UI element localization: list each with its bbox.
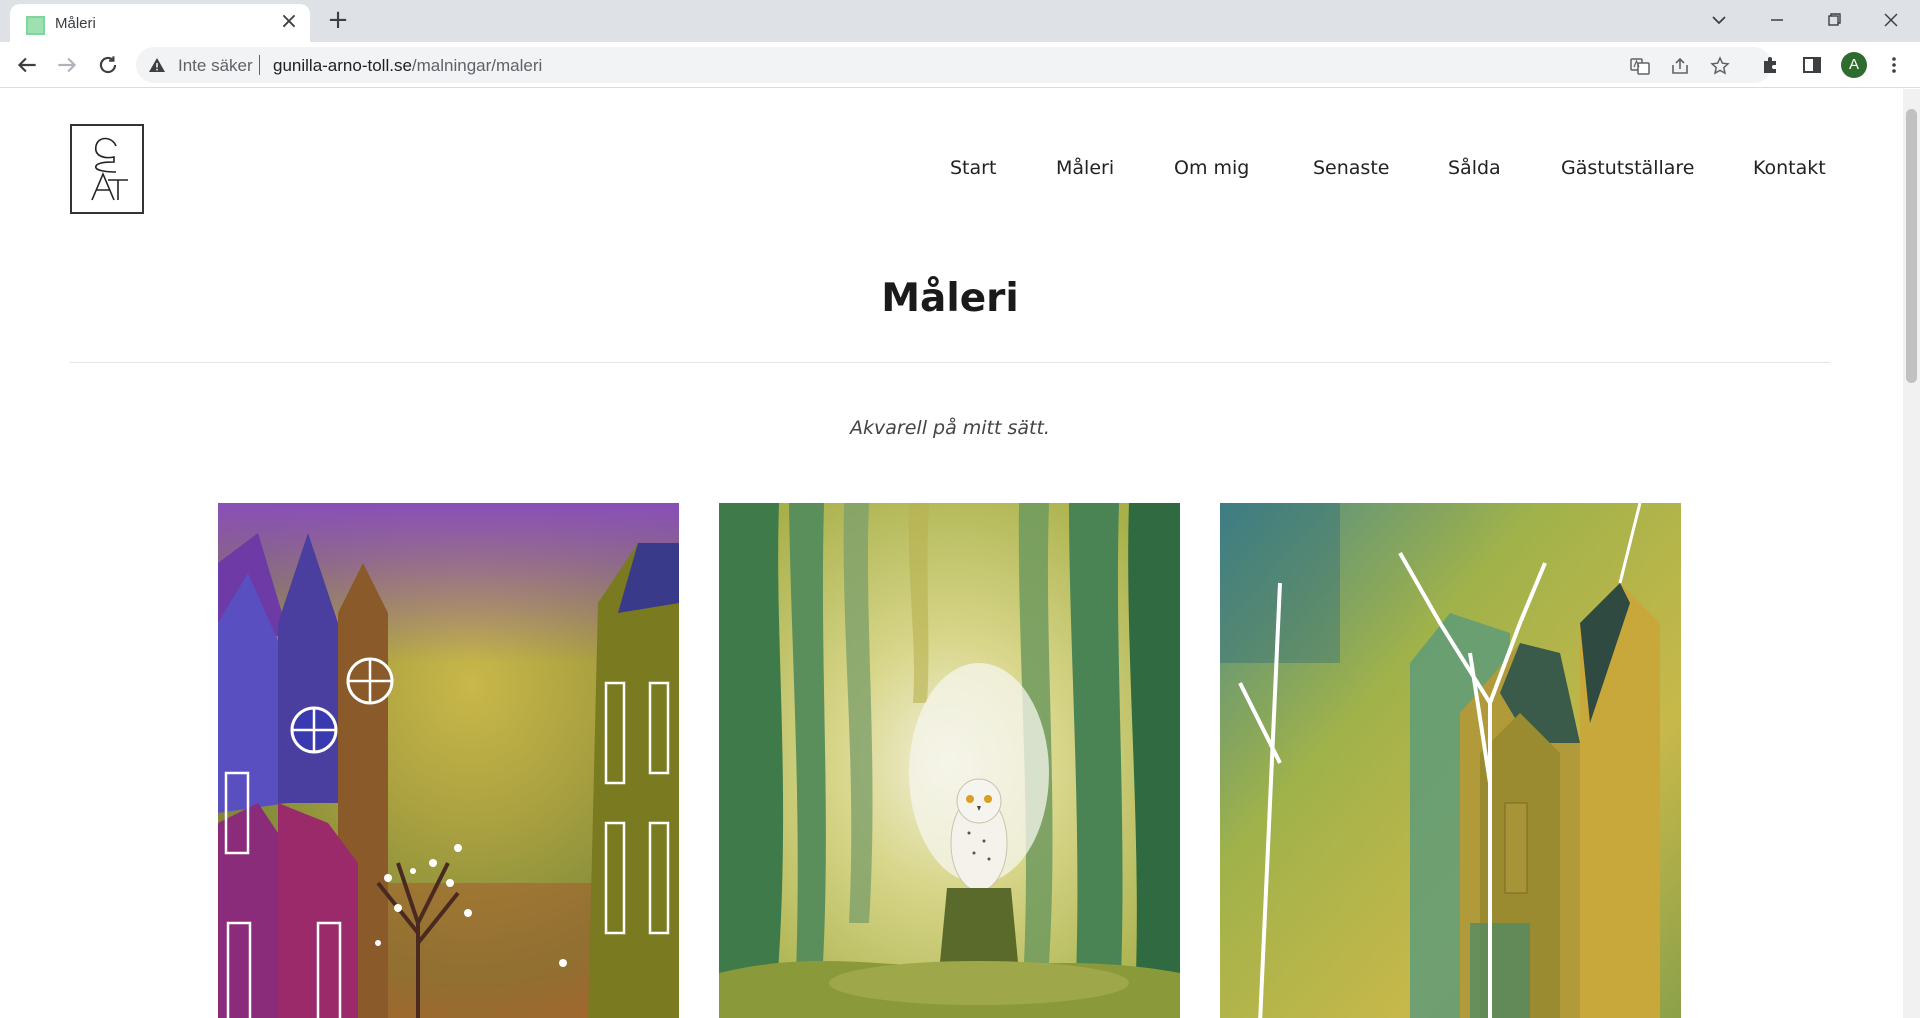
page-title: Måleri	[881, 276, 1019, 321]
translate-icon[interactable]	[1630, 56, 1650, 76]
tab-title: Måleri	[55, 15, 96, 32]
nav-item-om-mig[interactable]: Om mig	[1174, 157, 1249, 179]
forward-arrow-icon[interactable]	[54, 52, 80, 78]
bookmark-star-icon[interactable]	[1710, 56, 1730, 76]
warning-triangle-icon[interactable]	[148, 56, 166, 74]
side-panel-icon[interactable]	[1801, 54, 1823, 76]
main-navigation: Start Måleri Om mig Senaste Sålda Gästut…	[0, 157, 1830, 187]
tab-strip: Måleri × +	[0, 0, 1920, 42]
url-path: /malningar/maleri	[411, 56, 543, 75]
browser-menu-icon[interactable]	[1883, 54, 1905, 76]
nav-item-kontakt[interactable]: Kontakt	[1753, 157, 1826, 179]
address-bar[interactable]: Inte säker gunilla-arno-toll.se/malninga…	[136, 47, 1772, 83]
scrollbar-thumb[interactable]	[1906, 109, 1917, 383]
nav-item-start[interactable]: Start	[950, 157, 996, 179]
new-tab-button[interactable]: +	[325, 7, 351, 34]
nav-item-senaste[interactable]: Senaste	[1313, 157, 1389, 179]
profile-avatar[interactable]: A	[1841, 52, 1867, 78]
nav-item-gastutstallare[interactable]: Gästutställare	[1561, 157, 1694, 179]
tab-close-icon[interactable]: ×	[278, 11, 300, 33]
site-favicon-icon	[26, 16, 45, 35]
address-separator	[259, 55, 260, 75]
extensions-puzzle-icon[interactable]	[1760, 54, 1782, 76]
url-host: gunilla-arno-toll.se	[273, 56, 412, 75]
owl-in-forest-painting	[719, 503, 1180, 1018]
minimize-icon[interactable]	[1765, 8, 1789, 32]
title-divider	[70, 362, 1830, 363]
houses-with-birches-painting	[1220, 503, 1681, 1018]
browser-tab[interactable]: Måleri ×	[10, 4, 310, 42]
reload-icon[interactable]	[95, 52, 121, 78]
gallery-image-houses-tree[interactable]	[218, 503, 679, 1018]
nav-item-salda[interactable]: Sålda	[1448, 157, 1501, 179]
page-viewport: Start Måleri Om mig Senaste Sålda Gästut…	[0, 89, 1920, 1018]
share-icon[interactable]	[1670, 56, 1690, 76]
gallery-image-houses-birches[interactable]	[1220, 503, 1681, 1018]
url-text[interactable]: gunilla-arno-toll.se/malningar/maleri	[273, 56, 542, 76]
browser-toolbar: Inte säker gunilla-arno-toll.se/malninga…	[0, 42, 1920, 88]
gallery-image-owl-forest[interactable]	[719, 503, 1180, 1018]
restore-icon[interactable]	[1822, 8, 1846, 32]
houses-with-tree-painting	[218, 503, 679, 1018]
tab-search-icon[interactable]	[1707, 8, 1731, 32]
page-tagline: Akvarell på mitt sätt.	[850, 417, 1050, 439]
security-status-label[interactable]: Inte säker	[178, 56, 253, 76]
page-scrollbar[interactable]	[1903, 89, 1920, 1018]
window-close-icon[interactable]	[1879, 8, 1903, 32]
back-arrow-icon[interactable]	[14, 52, 40, 78]
nav-item-maleri[interactable]: Måleri	[1056, 157, 1114, 179]
